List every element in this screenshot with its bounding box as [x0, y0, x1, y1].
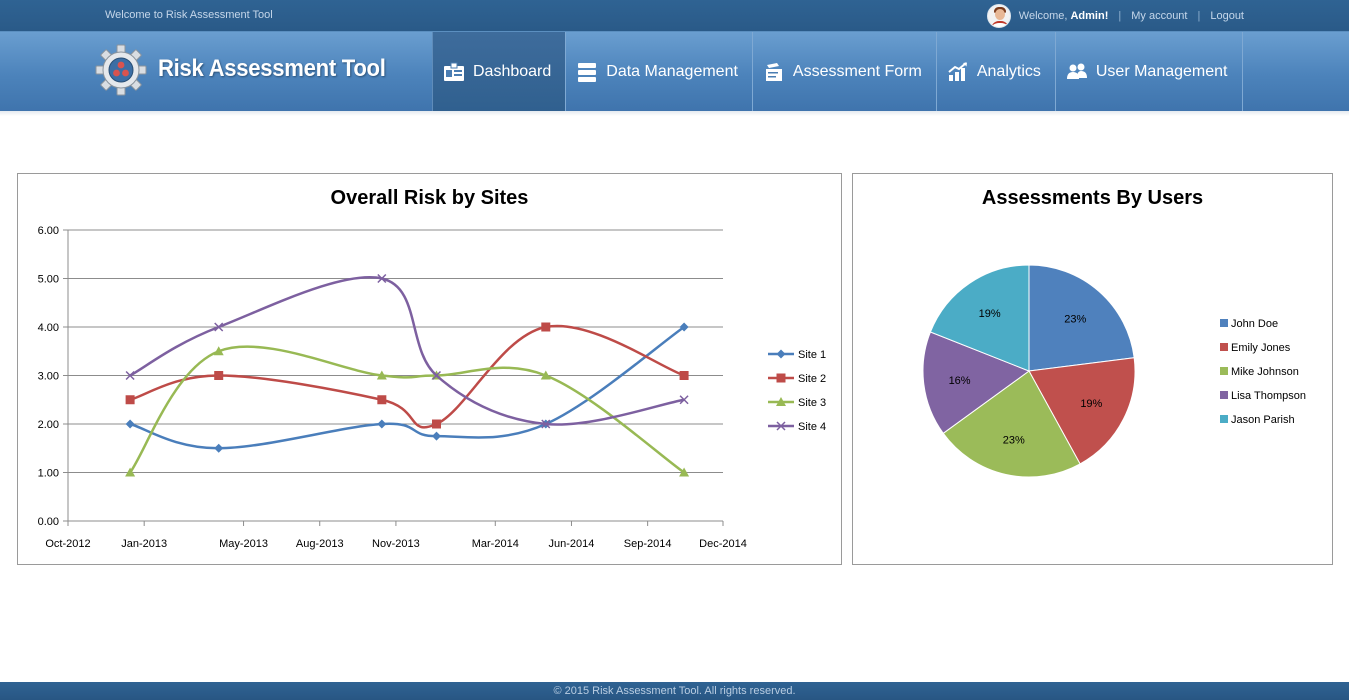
square-marker [541, 322, 551, 332]
square-marker [377, 395, 387, 405]
gear-logo-icon[interactable] [95, 44, 147, 96]
pie-data-label: 23% [1003, 434, 1025, 446]
y-tick-label: 6.00 [38, 225, 59, 237]
brand-title[interactable]: Risk Assessment Tool [158, 55, 386, 83]
pie-data-label: 19% [979, 308, 1001, 320]
legend-label: Site 2 [798, 373, 826, 385]
x-tick-label: Sep-2014 [624, 538, 672, 550]
user-area: Welcome, Admin! | My account | Logout [986, 3, 1244, 29]
square-marker [431, 419, 441, 429]
series-line [129, 276, 685, 426]
logout-link[interactable]: Logout [1210, 10, 1244, 22]
x-tick-label: Jun-2014 [549, 538, 595, 550]
square-marker [125, 395, 135, 405]
welcome-message: Welcome to Risk Assessment Tool [105, 9, 273, 21]
legend-swatch [1220, 343, 1228, 351]
pie-data-label: 16% [949, 375, 971, 387]
series-line [129, 345, 685, 474]
user-avatar-icon[interactable] [986, 4, 1011, 28]
nav-analytics[interactable]: Analytics [935, 32, 1055, 111]
square-marker [776, 373, 786, 383]
x-tick-label: Aug-2013 [296, 538, 344, 550]
pie-chart: 23% 19% 23% 16% 19% John Doe Emily Jones Mike J… [922, 264, 1306, 478]
form-icon [765, 62, 782, 81]
y-tick-label: 0.00 [38, 516, 59, 528]
diamond-marker [214, 443, 224, 453]
legend-label: John Doe [1231, 318, 1278, 330]
legend-label: Site 4 [798, 421, 826, 433]
square-marker [679, 371, 689, 380]
pie-chart-title: Assessments By Users [981, 187, 1204, 209]
y-tick-label: 1.00 [38, 468, 59, 480]
pie-data-label: 19% [1080, 398, 1102, 410]
my-account-link[interactable]: My account [1131, 10, 1187, 22]
legend-label: Site 1 [798, 349, 826, 361]
legend-swatch [1220, 391, 1228, 399]
pie-data-label: 23% [1064, 314, 1086, 326]
series-line [129, 325, 685, 450]
pie-chart-panel: Assessments By Users 23% 19% 23% 16% 19% John… [852, 173, 1333, 565]
x-tick-label: May-2013 [219, 538, 268, 550]
nav-label: Data Management [606, 62, 738, 80]
square-marker [214, 371, 224, 380]
x-tick-label: Nov-2013 [372, 538, 420, 550]
main-nav: Dashboard Data Management Assessment For… [432, 32, 1243, 111]
database-icon [578, 62, 597, 82]
nav-label: Dashboard [473, 62, 552, 80]
x-tick-label: Oct-2012 [45, 538, 90, 550]
legend-swatch [1220, 319, 1228, 327]
nav-dashboard[interactable]: Dashboard [432, 32, 566, 111]
diamond-marker [125, 419, 135, 429]
greeting-text: Welcome, [1018, 10, 1068, 22]
user-name: Admin! [1070, 10, 1109, 22]
y-tick-label: 4.00 [38, 322, 59, 334]
x-tick-label: Mar-2014 [472, 538, 519, 550]
nav-data-management[interactable]: Data Management [565, 32, 752, 111]
diamond-marker [776, 349, 786, 359]
nav-user-management[interactable]: User Management [1054, 32, 1243, 111]
x-tick-label: Jan-2013 [121, 538, 167, 550]
x-tick-label: Dec-2014 [699, 538, 747, 550]
nav-assessment-form[interactable]: Assessment Form [751, 32, 936, 111]
separator: | [1118, 10, 1122, 22]
diamond-marker [377, 419, 387, 429]
nav-label: User Management [1095, 62, 1228, 80]
nav-label: Assessment Form [792, 62, 922, 80]
legend-label: Mike Johnson [1231, 366, 1299, 378]
line-chart-panel: Overall Risk by Sites 0.00 1.00 2.00 3.00 4.… [17, 173, 842, 565]
legend-label: Site 3 [798, 397, 826, 409]
legend-swatch [1220, 415, 1228, 423]
legend-swatch [1220, 367, 1228, 375]
legend-label: Lisa Thompson [1231, 390, 1306, 402]
y-tick-label: 3.00 [38, 371, 59, 383]
top-bar: Welcome to Risk Assessment Tool Welcome,… [0, 0, 1349, 32]
footer: © 2015 Risk Assessment Tool. All rights … [0, 682, 1349, 700]
legend-label: Emily Jones [1231, 342, 1291, 354]
dashboard-icon [444, 62, 464, 81]
nav-label: Analytics [976, 62, 1041, 80]
legend-label: Jason Parish [1231, 414, 1295, 426]
analytics-icon [948, 61, 967, 81]
line-chart: 0.00 1.00 2.00 3.00 4.00 5.00 6.00 Oct-2012 Jan-… [38, 225, 827, 550]
y-tick-label: 2.00 [38, 419, 59, 431]
y-tick-label: 5.00 [38, 274, 59, 286]
line-chart-title: Overall Risk by Sites [330, 187, 529, 209]
separator: | [1197, 10, 1201, 22]
diamond-marker [431, 431, 441, 441]
users-icon [1066, 63, 1087, 79]
